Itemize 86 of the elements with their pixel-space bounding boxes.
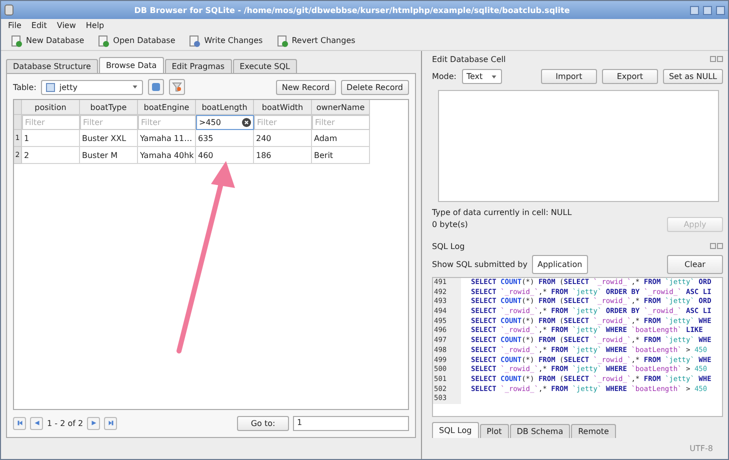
column-header[interactable]: boatType <box>80 100 138 115</box>
last-page-icon <box>108 420 114 426</box>
table-cell: 460 <box>196 147 254 164</box>
tab[interactable]: Plot <box>480 424 509 438</box>
last-page-button[interactable] <box>104 416 118 430</box>
caret-icon <box>490 74 496 80</box>
left-arrow-icon <box>34 420 40 426</box>
table-cell: Yamaha 11… <box>138 130 196 147</box>
clear-icon <box>242 118 251 127</box>
table-cell: 240 <box>254 130 312 147</box>
cell-editor[interactable] <box>438 90 719 202</box>
tab[interactable]: DB Schema <box>510 424 570 438</box>
first-page-button[interactable] <box>13 416 26 430</box>
menu-item[interactable]: Help <box>86 20 104 30</box>
table-cell: 2 <box>22 147 80 164</box>
record-button[interactable]: New Record <box>276 80 336 94</box>
log-filter-select[interactable]: Application <box>532 255 588 274</box>
window-title: DB Browser for SQLite - /home/mos/git/dbwebbse/kurser/htmlphp/example/sqlite/boatclub.sqlite <box>133 6 571 14</box>
tab[interactable]: SQL Log <box>432 422 479 438</box>
next-page-button[interactable] <box>87 416 100 430</box>
table-cell: Adam <box>312 130 370 147</box>
table-select[interactable]: jetty <box>41 80 144 94</box>
column-header[interactable]: position <box>22 100 80 115</box>
tab[interactable]: Execute SQL <box>232 59 297 73</box>
previous-page-button[interactable] <box>30 416 43 430</box>
document-icon <box>276 34 288 46</box>
tab[interactable]: Browse Data <box>98 57 164 73</box>
toolbar-button[interactable]: Open Database <box>98 34 176 46</box>
document-icon <box>189 34 200 46</box>
table-cell: Buster XXL <box>80 130 138 147</box>
float-button[interactable] <box>710 56 716 62</box>
column-header[interactable]: boatWidth <box>254 100 312 115</box>
float-button[interactable] <box>710 243 716 249</box>
column-header[interactable]: boatEngine <box>138 100 196 115</box>
toolbar-button[interactable]: Revert Changes <box>276 34 356 46</box>
menu-item[interactable]: View <box>56 20 76 30</box>
panel-title: SQL Log <box>432 242 466 250</box>
table-cell: Buster M <box>80 147 138 164</box>
right-arrow-icon <box>90 420 97 426</box>
document-icon <box>11 34 22 46</box>
goto-button[interactable]: Go to: <box>237 416 289 430</box>
cell-button[interactable]: Set as NULL <box>662 69 723 84</box>
table-label: Table: <box>13 82 36 92</box>
filter-field[interactable]: >450 <box>196 115 254 130</box>
toolbar-button[interactable]: New Database <box>11 34 84 46</box>
clear-button[interactable]: Clear <box>667 255 723 274</box>
table-icon <box>46 82 56 92</box>
type-info: Type of data currently in cell: NULL <box>432 208 572 217</box>
column-header[interactable]: ownerName <box>312 100 370 115</box>
close-button[interactable] <box>717 243 723 249</box>
clear-filters-button[interactable] <box>169 79 186 95</box>
record-range: 1 - 2 of 2 <box>47 418 84 428</box>
caret-icon <box>132 84 138 90</box>
table-cell: Yamaha 40hk <box>138 147 196 164</box>
size-info: 0 byte(s) <box>432 220 468 229</box>
mode-select[interactable]: Text <box>462 69 502 84</box>
column-header[interactable]: boatLength <box>196 100 254 115</box>
tab[interactable]: Edit Pragmas <box>164 59 232 73</box>
minimize-button[interactable] <box>690 6 699 14</box>
close-button[interactable] <box>716 6 725 14</box>
maximize-button[interactable] <box>703 6 712 14</box>
cell-button[interactable]: Import <box>540 69 597 84</box>
database-icon <box>4 4 14 16</box>
record-button[interactable]: Delete Record <box>340 80 409 94</box>
table-cell: 186 <box>254 147 312 164</box>
panel-title: Edit Database Cell <box>432 54 507 64</box>
mode-label: Mode: <box>432 72 456 81</box>
tab[interactable]: Database Structure <box>6 59 98 73</box>
refresh-icon <box>151 82 162 92</box>
first-page-icon <box>16 420 22 426</box>
row-header <box>14 115 22 130</box>
table-cell: 635 <box>196 130 254 147</box>
table-cell: Berit <box>312 147 370 164</box>
close-button[interactable] <box>717 56 723 62</box>
encoding-label: UTF-8 <box>690 444 713 453</box>
tab[interactable]: Remote <box>571 424 616 438</box>
log-filter-label: Show SQL submitted by <box>432 260 528 269</box>
menu-item[interactable]: File <box>8 20 22 30</box>
document-icon <box>98 34 110 46</box>
toolbar-button[interactable]: Write Changes <box>189 34 263 46</box>
filter-icon <box>172 82 182 92</box>
menu-item[interactable]: Edit <box>31 20 47 30</box>
goto-field[interactable]: 1 <box>293 416 409 430</box>
refresh-button[interactable] <box>148 79 164 95</box>
cell-button[interactable]: Export <box>602 69 658 84</box>
table-cell: 1 <box>22 130 80 147</box>
